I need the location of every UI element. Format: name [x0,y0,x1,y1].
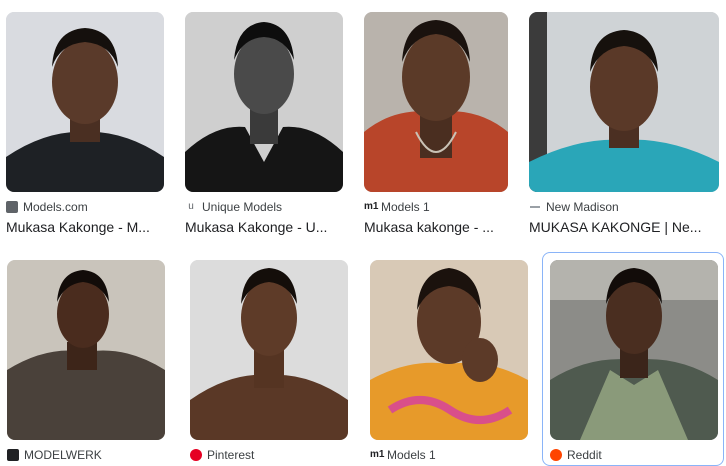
result-thumbnail[interactable] [529,12,719,192]
modelwerk-icon [7,449,19,461]
result-thumbnail[interactable] [370,260,528,440]
result-source[interactable]: New Madison [529,200,619,214]
unique-models-icon: u [188,201,194,212]
image-result-5[interactable]: MODELWERK [7,260,165,466]
image-result-7[interactable]: m1 Models 1 [370,260,528,466]
image-result-6[interactable]: Pinterest [190,260,348,466]
result-title[interactable]: MUKASA KAKONGE | Ne... [529,219,711,235]
result-title[interactable]: Mukasa Kakonge - M... [6,219,162,235]
image-result-4[interactable]: New Madison MUKASA KAKONGE | Ne... [529,12,719,242]
models1-icon: m1 [370,449,385,460]
image-result-2[interactable]: u Unique Models Mukasa Kakonge - U... [185,12,343,242]
result-source[interactable]: Models.com [6,200,88,214]
source-label: Reddit [567,448,602,462]
result-thumbnail[interactable] [7,260,165,440]
source-label: Pinterest [207,448,255,462]
result-source[interactable]: m1 Models 1 [370,448,436,462]
result-thumbnail[interactable] [550,260,718,440]
source-label: Models.com [23,200,88,214]
source-label: New Madison [546,200,619,214]
result-source[interactable]: Pinterest [190,448,254,462]
source-label: MODELWERK [24,448,102,462]
result-source[interactable]: u Unique Models [185,200,282,214]
models-com-icon [6,201,18,213]
source-label: Unique Models [202,200,283,214]
image-result-8[interactable]: Reddit [550,260,718,466]
result-source[interactable]: m1 Models 1 [364,200,430,214]
pinterest-icon [190,449,202,461]
result-source[interactable]: MODELWERK [7,448,102,462]
image-result-1[interactable]: Models.com Mukasa Kakonge - M... [6,12,164,242]
new-madison-icon [529,201,541,213]
result-title[interactable]: Mukasa Kakonge - U... [185,219,341,235]
models1-icon: m1 [364,201,379,212]
result-source[interactable]: Reddit [550,448,602,462]
result-thumbnail[interactable] [190,260,348,440]
image-result-3[interactable]: m1 Models 1 Mukasa kakonge - ... [364,12,508,242]
source-label: Models 1 [381,200,430,214]
result-thumbnail[interactable] [6,12,164,192]
result-thumbnail[interactable] [185,12,343,192]
source-label: Models 1 [387,448,436,462]
result-title[interactable]: Mukasa kakonge - ... [364,219,508,235]
reddit-icon [550,449,562,461]
result-thumbnail[interactable] [364,12,508,192]
